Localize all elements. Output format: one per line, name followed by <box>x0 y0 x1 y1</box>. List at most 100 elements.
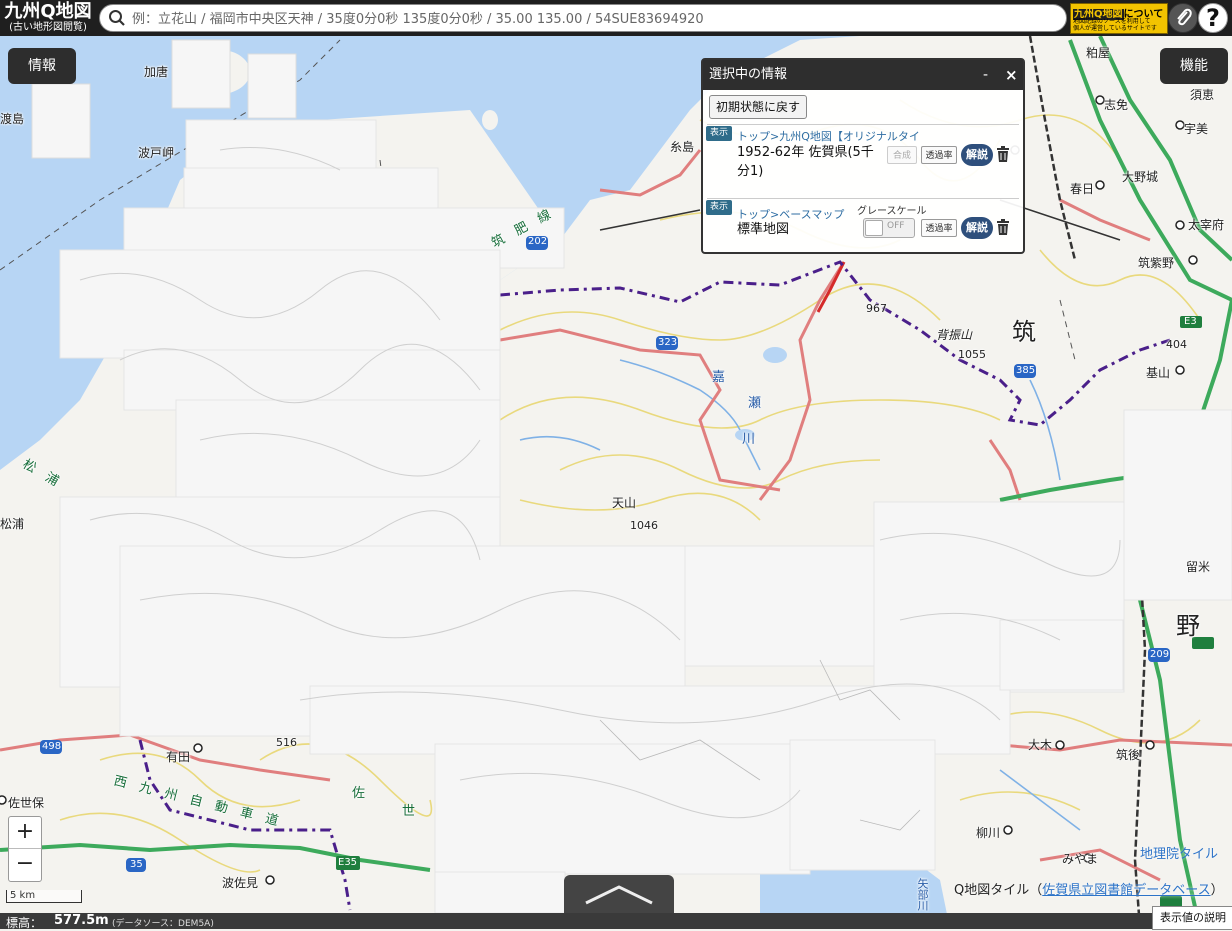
label-chiku-big: 筑 <box>1012 318 1036 346</box>
label-kishima: 基山 <box>1146 366 1171 380</box>
label-chikushino: 筑紫野 <box>1138 256 1175 270</box>
panel-title: 選択中の情報 <box>709 67 788 82</box>
composite-button[interactable]: 合成 <box>887 146 917 164</box>
label-sasebo: 佐世保 <box>8 796 45 810</box>
search-box[interactable] <box>99 4 1067 32</box>
label-e3: E3 <box>1184 316 1197 327</box>
trash-icon[interactable] <box>996 146 1010 162</box>
app-logo[interactable]: 九州Q地図 (古い地形図閲覧) <box>2 1 94 35</box>
label-kase3: 川 <box>742 432 756 447</box>
status-bar: 標高： 577.5m (データソース：DEM5A) <box>0 913 1232 930</box>
layer-show-button[interactable]: 表示 <box>706 126 732 141</box>
label-r385: 385 <box>1016 365 1036 376</box>
label-kasuya: 粕屋 <box>1086 46 1111 60</box>
label-sue: 須恵 <box>1190 88 1215 102</box>
functions-button[interactable]: 機能 <box>1160 48 1228 84</box>
explain-button[interactable]: 解説 <box>961 217 993 239</box>
label-r35: 35 <box>130 859 143 870</box>
about-badge-sub: 地図記録のソースを利用して 個人が運営しているサイトです <box>1073 18 1157 32</box>
saga-library-link[interactable]: 佐賀県立図書館データベース <box>1042 883 1210 898</box>
map-view[interactable]: 加唐 渡島 波戸岬 糸島 筑 肥 線 202 323 385 498 35 20… <box>0 0 1232 929</box>
label-hasami: 波佐見 <box>222 876 259 890</box>
label-kakara: 加唐 <box>144 65 169 79</box>
panel-divider <box>707 198 1019 199</box>
layer-name: 標準地図 <box>737 222 790 237</box>
label-r323: 323 <box>658 337 678 348</box>
elevation-label: 標高： <box>6 916 43 930</box>
trash-icon[interactable] <box>996 219 1010 235</box>
search-icon[interactable] <box>108 9 126 27</box>
elevation-value: 577.5m <box>54 913 109 928</box>
grayscale-label: グレースケール <box>857 206 927 217</box>
explain-values-button[interactable]: 表示値の説明 <box>1152 906 1232 930</box>
q-attribution: Q地図タイル（佐賀県立図書館データベース） <box>954 879 1224 898</box>
layer-name: 1952-62年 佐賀県(5千分1) <box>737 145 874 179</box>
label-no-big: 野 <box>1176 612 1200 640</box>
label-e35: E35 <box>338 857 358 868</box>
top-bar: 九州Q地図 (古い地形図閲覧) 九州Q地図について 地図記録のソースを利用して個… <box>0 0 1232 36</box>
expand-panel-button[interactable] <box>564 875 674 915</box>
label-yanagawa: 柳川 <box>976 826 1001 840</box>
label-hatozaki: 波戸岬 <box>138 146 175 160</box>
layer-item: 表示 トップ>ベースマップ 標準地図 グレースケール OFF 透過率 解説 <box>703 200 1023 252</box>
close-button[interactable]: × <box>1005 60 1018 90</box>
label-sefuri: 背振山 <box>936 328 973 342</box>
about-badge[interactable]: 九州Q地図について 地図記録のソースを利用して 個人が運営しているサイトです <box>1070 3 1168 34</box>
label-p967: 967 <box>866 302 887 315</box>
label-p516: 516 <box>276 736 297 749</box>
selection-panel: 選択中の情報 - × 初期状態に戻す 表示 トップ>九州Q地図【オリジナルタイ … <box>701 58 1025 254</box>
label-p1055: 1055 <box>958 348 986 361</box>
logo-subtitle: (古い地形図閲覧) <box>9 22 87 33</box>
label-miyama: みやま <box>1062 852 1099 866</box>
label-kasuga: 春日 <box>1070 182 1095 196</box>
toggle-state: OFF <box>887 221 905 231</box>
label-oki: 大木 <box>1028 738 1053 752</box>
grayscale-toggle[interactable]: OFF <box>863 218 915 238</box>
reset-button[interactable]: 初期状態に戻す <box>709 95 808 119</box>
gsi-attribution-link[interactable]: 地理院タイル <box>1140 843 1218 862</box>
info-button[interactable]: 情報 <box>8 48 76 84</box>
label-saga2: 世 <box>402 804 416 819</box>
explain-button[interactable]: 解説 <box>961 144 993 166</box>
q-attribution-prefix: Q地図タイル（ <box>954 883 1043 898</box>
opacity-button[interactable]: 透過率 <box>921 146 957 164</box>
label-tenzan: 天山 <box>612 496 637 510</box>
elevation-source: (データソース：DEM5A) <box>112 919 214 929</box>
label-matsuura: 松浦 <box>0 517 25 531</box>
label-umi: 宇美 <box>1184 122 1209 136</box>
label-arita: 有田 <box>166 750 191 764</box>
label-itoshima: 糸島 <box>670 140 695 154</box>
label-r209: 209 <box>1150 649 1170 660</box>
label-p1046: 1046 <box>630 519 658 532</box>
q-attribution-suffix: ） <box>1210 883 1224 898</box>
toggle-knob <box>865 220 883 236</box>
label-kurume: 留米 <box>1186 560 1211 574</box>
minimize-button[interactable]: - <box>983 60 988 90</box>
label-shime: 志免 <box>1104 98 1129 112</box>
zoom-control: + − <box>8 816 42 882</box>
label-dazaifu: 太宰府 <box>1188 218 1225 232</box>
logo-title: 九州Q地図 <box>4 1 92 22</box>
panel-header[interactable]: 選択中の情報 - × <box>703 60 1023 90</box>
label-onojo: 大野城 <box>1122 170 1159 184</box>
clip-button[interactable] <box>1168 3 1198 33</box>
about-badge-sub1: 地図記録のソースを利用して <box>1073 18 1151 25</box>
chevron-up-icon <box>585 885 653 905</box>
search-input[interactable] <box>130 8 1059 30</box>
layer-show-button[interactable]: 表示 <box>706 200 732 215</box>
zoom-in-button[interactable]: + <box>9 817 41 849</box>
label-kase1: 嘉 <box>712 370 726 385</box>
label-chikugo: 筑後 <box>1116 748 1141 762</box>
help-button[interactable]: ? <box>1198 3 1228 33</box>
zoom-out-button[interactable]: − <box>9 849 41 880</box>
opacity-button[interactable]: 透過率 <box>921 219 957 237</box>
label-yabe: 矢部川 <box>916 878 929 911</box>
layer-path-link[interactable]: トップ>九州Q地図【オリジナルタイ <box>737 128 919 144</box>
paperclip-icon <box>1177 8 1192 26</box>
label-p404: 404 <box>1166 338 1187 351</box>
layer-item: 表示 トップ>九州Q地図【オリジナルタイ 1952-62年 佐賀県(5千分1) … <box>703 126 1023 198</box>
label-watarishima: 渡島 <box>0 112 25 126</box>
label-saga: 佐 <box>352 786 366 801</box>
scale-label: 5 km <box>10 890 36 901</box>
label-r202: 202 <box>528 236 548 247</box>
